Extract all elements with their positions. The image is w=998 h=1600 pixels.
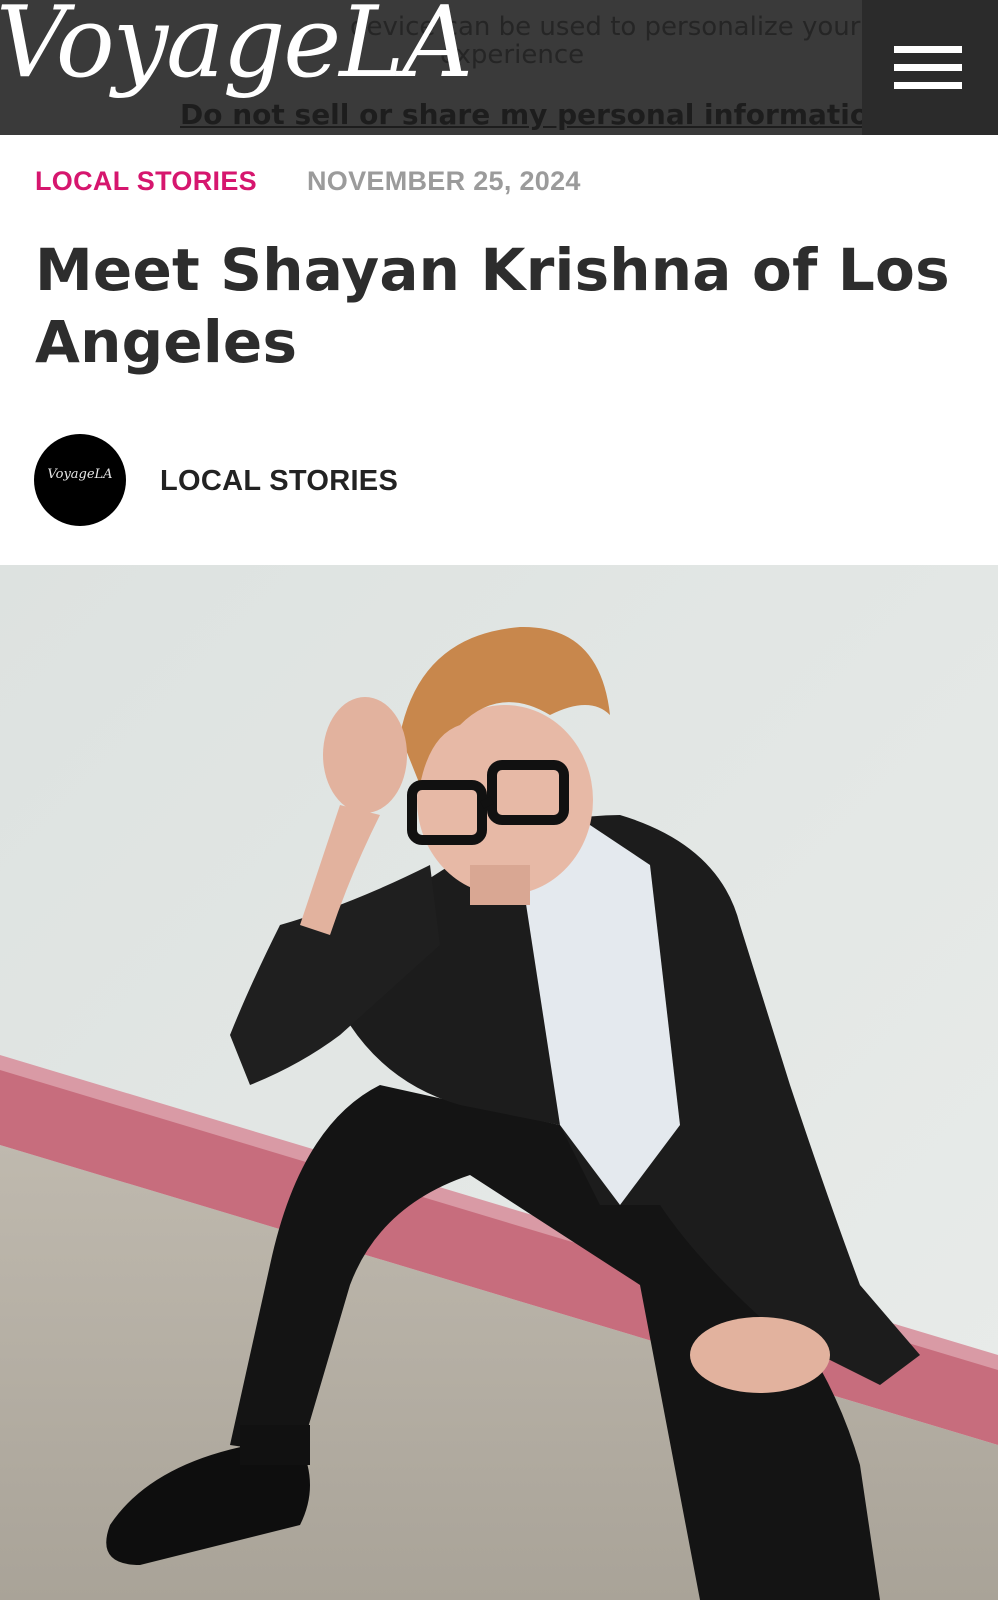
category-link[interactable]: LOCAL STORIES xyxy=(35,166,257,197)
article-hero-image xyxy=(0,565,998,1600)
publish-date: NOVEMBER 25, 2024 xyxy=(307,166,581,196)
do-not-sell-link[interactable]: Do not sell or share my personal informa… xyxy=(180,98,900,131)
author-name[interactable]: LOCAL STORIES xyxy=(160,465,398,498)
article-title: Meet Shayan Krishna of Los Angeles xyxy=(35,236,950,376)
author-avatar[interactable]: VoyageLA xyxy=(34,434,126,526)
site-logo[interactable]: VoyageLA xyxy=(0,0,473,98)
site-header: device can be used to personalize your e… xyxy=(0,0,998,135)
avatar-logo-text: VoyageLA xyxy=(47,467,113,482)
hamburger-menu-button[interactable] xyxy=(862,0,998,135)
